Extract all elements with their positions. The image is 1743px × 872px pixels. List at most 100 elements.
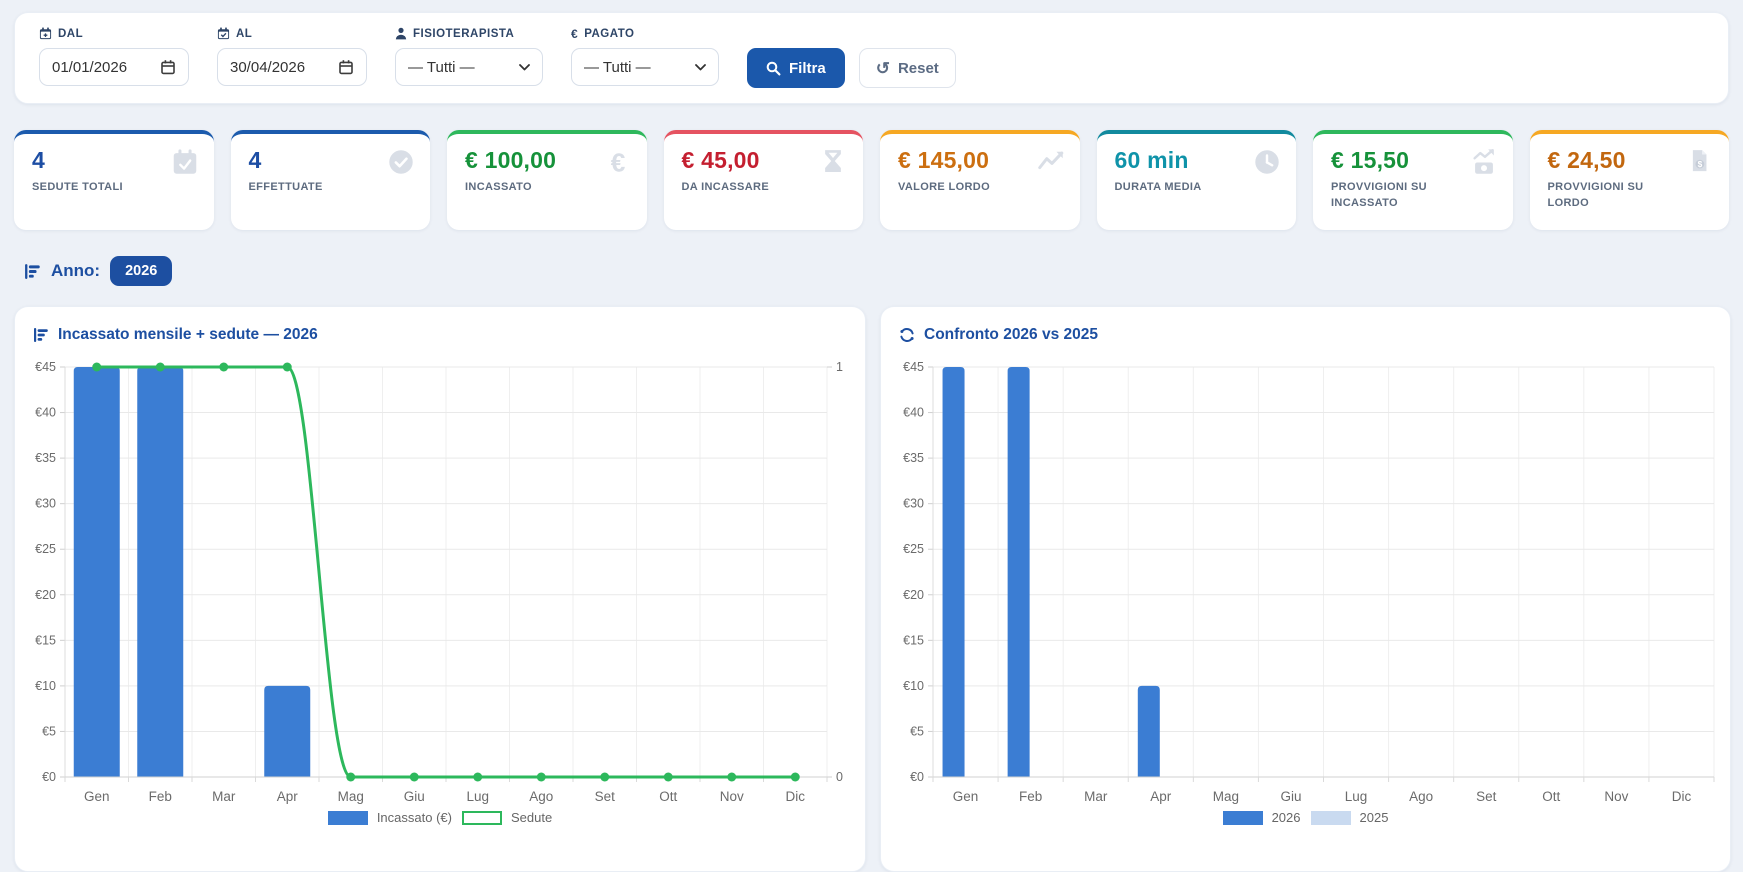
bar-Incassato (€)-Feb [137,367,184,777]
bar-2026-Gen [942,367,965,777]
filter-group-fisioterapista: FISIOTERAPISTA — Tutti — [395,27,543,86]
filter-bar: DAL 01/01/2026 AL 30/04/2026 FISIOTERAPI… [14,12,1729,104]
stat-card: € 100,00 INCASSATO € [447,130,647,230]
anno-row: Anno: 2026 [24,256,173,286]
point-Sedute-Mag [346,772,356,782]
stat-card: € 145,00 VALORE LORDO [880,130,1080,230]
confronto-chart-card: Confronto 2026 vs 2025 €0 €5 €10 €15 €20 €25 €… [880,306,1731,872]
point-Sedute-Ott [663,772,673,782]
al-label-text: AL [236,27,253,40]
legend-item-Sedute[interactable]: Sedute [461,810,553,825]
svg-text:€25: €25 [35,542,56,556]
money-chart-icon [1469,147,1499,177]
legend-swatch [1310,810,1351,825]
check-circle-icon [386,147,416,177]
al-input[interactable]: 30/04/2026 [217,48,367,86]
incassato-chart-card: Incassato mensile + sedute — 2026 €0 €5 €1… [14,306,866,872]
legend-swatch [1222,810,1263,825]
filter-buttons: Filtra ↺ Reset [747,48,956,88]
svg-text:Lug: Lug [1345,789,1368,804]
svg-text:Gen: Gen [953,789,979,804]
legend-item-2026[interactable]: 2026 [1222,810,1301,825]
incassato-chart-title-text: Incassato mensile + sedute — 2026 [58,326,318,343]
dal-value: 01/01/2026 [52,58,128,76]
svg-text:Ott: Ott [659,789,677,804]
dal-label-text: DAL [58,27,84,40]
datepicker-icon[interactable] [160,59,176,75]
stat-label: INCASSATO [465,181,532,194]
svg-text:€0: €0 [42,770,56,784]
svg-text:Feb: Feb [1019,789,1042,804]
svg-text:Gen: Gen [84,789,110,804]
datepicker-icon[interactable] [338,59,354,75]
fisioterapista-label: FISIOTERAPISTA [395,27,543,40]
reset-button[interactable]: ↺ Reset [858,48,956,88]
svg-text:Set: Set [595,789,616,804]
svg-text:Apr: Apr [277,789,299,804]
hourglass-icon [819,147,849,177]
anno-year-button[interactable]: 2026 [110,256,173,286]
confronto-chart[interactable]: €0 €5 €10 €15 €20 €25 €30 €35 €40 €45 Gen Feb Mar Apr… [895,355,1718,807]
svg-text:€35: €35 [35,451,56,465]
stat-label: DURATA MEDIA [1114,181,1202,194]
svg-text:€45: €45 [35,360,56,374]
calendar-check-small-icon [217,27,230,40]
search-icon [766,61,781,75]
svg-text:Mar: Mar [1084,789,1108,804]
incassato-sedute-chart[interactable]: €0 €5 €10 €15 €20 €25 €30 €35 €40 €45 0 1 Gen Feb Mar A… [29,355,853,807]
al-label: AL [217,27,367,40]
filtra-button-label: Filtra [789,59,826,77]
bar-2026-Apr [1137,685,1160,777]
legend-item-2025[interactable]: 2025 [1310,810,1389,825]
stat-label: PROVVIGIONI SU LORDO [1547,181,1644,209]
legend-swatch [461,810,502,825]
bar-Incassato (€)-Gen [73,367,120,777]
fisioterapista-label-text: FISIOTERAPISTA [413,27,515,40]
svg-text:€45: €45 [903,360,924,374]
bar-2026-Feb [1007,367,1030,777]
bar-chart-icon [25,263,40,279]
pagato-value: — Tutti — [584,58,651,76]
filtra-button[interactable]: Filtra [747,48,845,88]
legend-item-Incassato (€)[interactable]: Incassato (€) [327,810,452,825]
legend-label: 2025 [1359,810,1389,825]
receipt-icon: $ [1685,147,1715,177]
pagato-select[interactable]: — Tutti — [571,48,719,86]
point-Sedute-Mar [219,362,229,372]
legend-label: Incassato (€) [376,810,452,825]
dal-input[interactable]: 01/01/2026 [39,48,189,86]
point-Sedute-Giu [409,772,419,782]
svg-text:€30: €30 [903,497,924,511]
stat-card: 60 min DURATA MEDIA [1096,130,1296,230]
svg-text:€30: €30 [35,497,56,511]
svg-text:€40: €40 [35,406,56,420]
sync-icon [900,328,914,342]
incassato-chart-title: Incassato mensile + sedute — 2026 [29,321,851,347]
calendar-check-icon [170,147,200,177]
svg-text:$: $ [1698,159,1703,169]
legend-swatch [327,810,368,825]
stat-label: SEDUTE TOTALI [32,181,123,194]
svg-text:€25: €25 [903,542,924,556]
stat-label: PROVVIGIONI SU INCASSATO [1331,181,1427,209]
svg-text:Mag: Mag [1213,789,1239,804]
svg-text:€35: €35 [903,451,924,465]
svg-text:€10: €10 [903,679,924,693]
incassato-chart-legend: Incassato (€) Sedute [29,810,851,825]
calendar-plus-icon [39,27,52,40]
fisioterapista-select[interactable]: — Tutti — [395,48,543,86]
person-icon [395,27,407,40]
svg-text:Nov: Nov [720,789,744,804]
svg-text:1: 1 [836,360,843,374]
point-Sedute-Dic [790,772,800,782]
stat-label: DA INCASSARE [681,181,770,194]
point-Sedute-Apr [282,362,292,372]
chart-line-icon [1036,147,1066,177]
svg-text:Apr: Apr [1150,789,1172,804]
svg-text:€0: €0 [910,770,924,784]
svg-text:Mag: Mag [338,789,364,804]
svg-text:€15: €15 [903,633,924,647]
svg-text:Ago: Ago [1409,789,1433,804]
legend-label: Sedute [510,810,553,825]
svg-text:Ott: Ott [1542,789,1560,804]
